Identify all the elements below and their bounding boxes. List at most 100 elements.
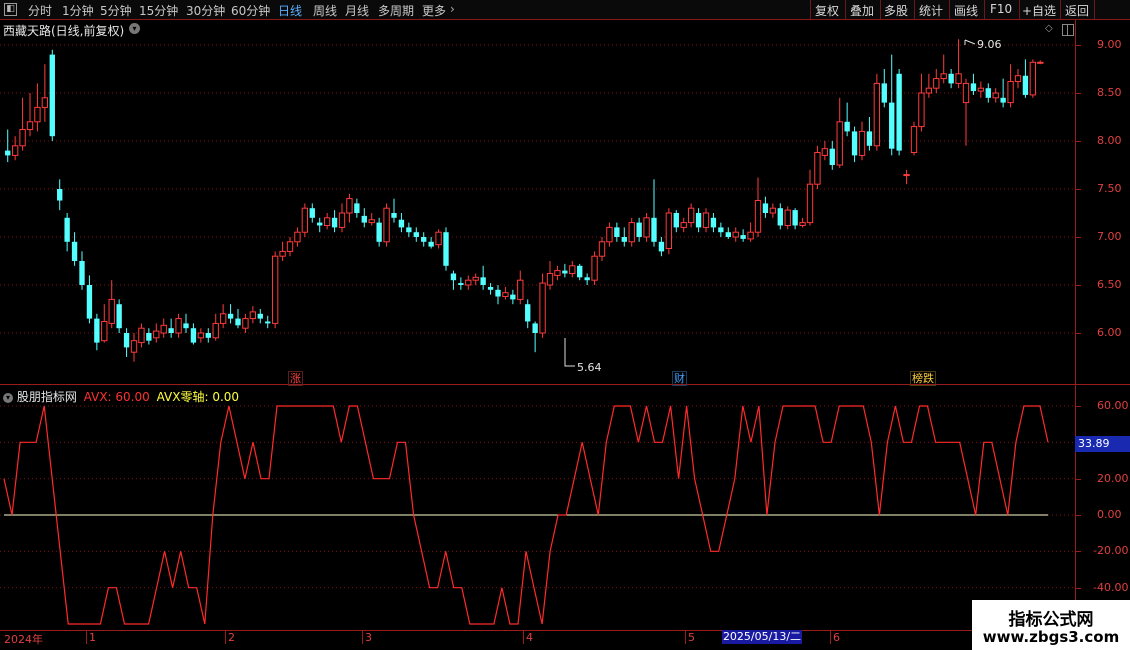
candle-body <box>183 323 189 329</box>
candle-body <box>41 97 49 108</box>
period-weekly[interactable]: 周线 <box>313 2 337 19</box>
candle-body <box>955 73 962 84</box>
stats-button[interactable]: 统计 <box>919 2 943 19</box>
candle-body <box>197 332 205 339</box>
candle-body <box>799 222 806 226</box>
price-axis-label: 6.50 <box>1097 278 1122 291</box>
candle-body <box>235 318 241 326</box>
candle-body <box>591 255 598 281</box>
date-label-month: 6 <box>833 631 840 644</box>
period-30min[interactable]: 30分钟 <box>186 2 225 19</box>
candle-body <box>354 203 360 213</box>
kline-chart[interactable] <box>0 20 1075 384</box>
add-watchlist-button[interactable]: 返回 <box>1065 2 1089 19</box>
candle-body <box>510 294 516 300</box>
candle-body <box>873 82 881 147</box>
toolbar-separator <box>1060 0 1061 19</box>
indicator-axis-tick <box>1075 406 1081 407</box>
candle-body <box>168 328 174 333</box>
candle-body <box>925 87 933 94</box>
candle-body <box>970 83 977 92</box>
date-tick <box>362 630 363 644</box>
period-1min[interactable]: 1分钟 <box>62 2 94 19</box>
back-icon[interactable]: ◧ <box>4 3 17 16</box>
candle-body <box>636 222 642 237</box>
period-fenshi[interactable]: 分时 <box>28 2 52 19</box>
candle-body <box>598 241 606 257</box>
mark-button[interactable]: +自选 <box>1022 2 1056 19</box>
period-more[interactable]: 更多 <box>422 2 446 19</box>
period-5min[interactable]: 5分钟 <box>100 2 132 19</box>
date-tick <box>225 630 226 644</box>
candle-body <box>836 121 843 166</box>
candle-body <box>1000 97 1006 103</box>
candle-body <box>26 121 34 130</box>
period-multi[interactable]: 多周期 <box>378 2 414 19</box>
draw-line-button[interactable]: 画线 <box>954 2 978 19</box>
fuquan-button[interactable]: 复权 <box>815 2 839 19</box>
toolbar-separator <box>810 0 811 19</box>
candle-body <box>123 333 130 348</box>
period-monthly[interactable]: 月线 <box>345 2 369 19</box>
candle-body <box>695 213 702 228</box>
candle-body <box>368 219 375 224</box>
candle-body <box>858 130 866 156</box>
date-label-month: 1 <box>89 631 96 644</box>
candle-body <box>606 226 613 243</box>
date-tick <box>86 630 87 644</box>
candle-body <box>673 213 679 228</box>
candle-body <box>792 210 798 226</box>
date-label-year: 2024年 <box>4 633 43 646</box>
candle-body <box>450 273 457 281</box>
indicator-axis-label: 20.00 <box>1097 471 1129 485</box>
candle-body <box>651 217 657 242</box>
date-tick <box>685 630 686 644</box>
toolbar-separator <box>984 0 985 19</box>
candle-body <box>725 232 731 237</box>
period-60min[interactable]: 60分钟 <box>231 2 270 19</box>
candle-body <box>249 311 257 320</box>
candle-body <box>383 207 390 243</box>
multi-stock-button[interactable]: 多股 <box>884 2 908 19</box>
candle-body <box>769 207 777 214</box>
period-daily[interactable]: 日线 <box>278 2 302 19</box>
candle-body <box>732 231 739 238</box>
indicator-chart[interactable] <box>0 385 1075 630</box>
more-chevron-icon[interactable]: › <box>450 2 455 16</box>
candle-body <box>710 217 717 228</box>
candle-body <box>517 279 524 300</box>
candle-body <box>658 241 665 252</box>
indicator-axis-tick <box>1075 551 1081 553</box>
indicator-axis-tick <box>1075 587 1081 589</box>
candle-body <box>747 231 754 240</box>
indicator-axis-label: 60.00 <box>1097 399 1129 412</box>
candle-body <box>219 313 227 324</box>
candle-body <box>903 174 910 177</box>
candle-body <box>138 327 145 344</box>
candle-body <box>628 222 635 243</box>
candle-body <box>933 78 940 89</box>
candle-body <box>1014 75 1022 82</box>
period-15min[interactable]: 15分钟 <box>139 2 178 19</box>
overlay-button[interactable]: 叠加 <box>850 2 874 19</box>
watermark-logo: 指标公式网 www.zbgs3.com <box>972 600 1130 650</box>
candle-body <box>421 237 427 242</box>
candle-body <box>465 279 472 286</box>
candle-body <box>265 321 271 324</box>
candle-body <box>702 212 710 228</box>
low-pointer <box>564 338 575 367</box>
candle-body <box>614 227 620 237</box>
f10-button[interactable]: F10 <box>990 2 1012 16</box>
candle-body <box>577 265 583 278</box>
price-axis-label: 7.00 <box>1097 230 1122 243</box>
candle-body <box>472 276 479 281</box>
indicator-axis-tick <box>1075 515 1081 516</box>
candle-body <box>130 340 138 353</box>
candle-body <box>784 209 791 226</box>
candle-body <box>889 102 895 149</box>
candle-body <box>346 198 353 214</box>
low-price-annotation: 5.64 <box>577 361 602 374</box>
candle-body <box>687 207 695 224</box>
candle-body <box>34 106 41 123</box>
candle-body <box>309 208 315 218</box>
